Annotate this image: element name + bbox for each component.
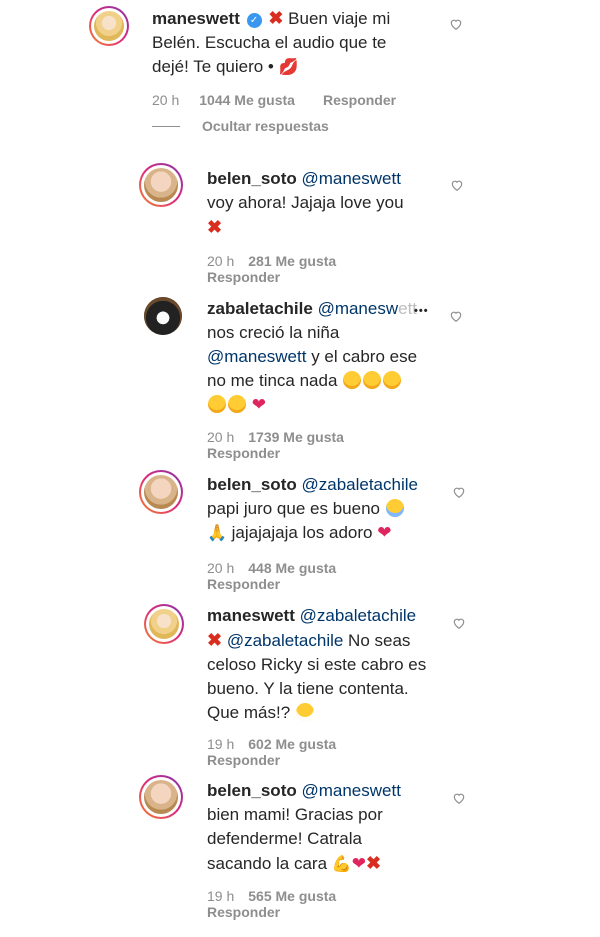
mention-link[interactable]: @maneswett (318, 299, 417, 318)
likes-count[interactable]: 448 Me gusta (248, 560, 336, 576)
rolling-laughing-emoji (343, 371, 362, 389)
mention-link[interactable]: @maneswett (301, 169, 400, 188)
red-x-emoji: ✖ (365, 853, 382, 873)
rolling-laughing-emoji (363, 371, 382, 389)
comment-text: no me tinca nada (207, 371, 338, 390)
comment-meta: 19 h 602 Me gusta Responder (207, 736, 336, 768)
comment-text: y el cabro ese (306, 347, 418, 366)
mention-link[interactable]: @zabaletachile (301, 475, 418, 494)
folded-hands-emoji: 🙏 (207, 525, 227, 542)
rolling-laughing-emoji (228, 395, 246, 413)
comment-meta: 20 h 1739 Me gusta Responder (207, 429, 344, 461)
comment-text: nos creció la niña (207, 323, 340, 342)
likes-count[interactable]: 565 Me gusta (248, 888, 336, 904)
red-x-emoji: ✖ (207, 217, 223, 237)
timestamp: 20 h (207, 253, 235, 269)
heart-outline-icon[interactable] (452, 485, 466, 499)
heart-outline-icon[interactable] (449, 309, 463, 323)
rolling-laughing-emoji (208, 395, 226, 413)
comment-text: sacando la cara (207, 854, 328, 873)
comment-meta: 19 h 565 Me gusta Responder (207, 888, 336, 920)
reply-button[interactable]: Responder (207, 904, 280, 920)
mention-link[interactable]: @maneswett (301, 781, 400, 800)
heart-outline-icon[interactable] (449, 17, 463, 31)
heart-outline-icon[interactable] (452, 616, 466, 630)
heart-outline-icon[interactable] (450, 178, 464, 192)
reply-button[interactable]: Responder (207, 269, 280, 285)
comment-meta: 20 h 281 Me gusta Responder (207, 253, 336, 285)
loudly-crying-emoji (385, 499, 404, 517)
username[interactable]: belen_soto (207, 781, 297, 800)
comment-text: celoso Ricky si este cabro es (207, 655, 427, 674)
comment-meta: 20 h 448 Me gusta Responder (207, 560, 336, 592)
likes-count[interactable]: 281 Me gusta (248, 253, 336, 269)
comment-meta: 20 h 1044 Me gusta Responder (152, 92, 396, 108)
comment-body: belen_soto @maneswett bien mami! Gracias… (207, 779, 447, 877)
avatar[interactable] (89, 6, 129, 46)
comment-text: Belén. Escucha el audio que te (152, 33, 387, 52)
rolling-laughing-emoji (383, 371, 402, 389)
likes-count[interactable]: 1739 Me gusta (248, 429, 344, 445)
verified-badge-icon: ✓ (246, 13, 262, 28)
reply-button[interactable]: Responder (207, 445, 280, 461)
username[interactable]: belen_soto (207, 169, 297, 188)
comment-text: defenderme! Catrala (207, 829, 362, 848)
hide-replies-label: Ocultar respuestas (202, 118, 329, 134)
timestamp: 19 h (207, 888, 235, 904)
red-heart-emoji: ❤ (351, 854, 366, 873)
username[interactable]: zabaletachile (207, 299, 313, 318)
divider (152, 126, 180, 127)
avatar[interactable] (139, 775, 183, 819)
comment-text: Buen viaje mi (288, 9, 391, 28)
comment-text: bien mami! Gracias por (207, 805, 383, 824)
comment-text: dejé! Te quiero • (152, 57, 274, 76)
likes-count[interactable]: 602 Me gusta (248, 736, 336, 752)
likes-count[interactable]: 1044 Me gusta (199, 92, 295, 108)
comment-text: papi juro que es bueno (207, 499, 380, 518)
mention-link[interactable]: @zabaletachile (227, 631, 344, 650)
timestamp: 20 h (152, 92, 180, 108)
red-x-emoji: ✖ (268, 8, 284, 28)
avatar[interactable] (144, 604, 184, 644)
reply-button[interactable]: Responder (207, 752, 280, 768)
mention-link[interactable]: @maneswett (207, 347, 306, 366)
mention-link[interactable]: @zabaletachile (300, 606, 417, 625)
reply-button[interactable]: Responder (207, 576, 280, 592)
hide-replies-button[interactable]: Ocultar respuestas (152, 118, 329, 134)
comment-body: belen_soto @maneswett voy ahora! Jajaja … (207, 167, 437, 240)
timestamp: 20 h (207, 560, 235, 576)
username[interactable]: maneswett (207, 606, 295, 625)
avatar[interactable] (139, 163, 183, 207)
timestamp: 20 h (207, 429, 235, 445)
red-x-emoji: ✖ (207, 630, 223, 650)
comment-text: No seas (343, 631, 411, 650)
lips-emoji: 💋 (278, 59, 299, 76)
grimacing-emoji (295, 703, 314, 721)
comment-body: zabaletachile @maneswett nos creció la n… (207, 297, 437, 417)
comment-body: belen_soto @zabaletachile papi juro que … (207, 473, 447, 546)
username[interactable]: maneswett (152, 9, 240, 28)
comment-text: Que más!? (207, 703, 291, 722)
comment-body: maneswett ✓ ✖ Buen viaje mi Belén. Escuc… (152, 6, 442, 80)
heart-outline-icon[interactable] (452, 791, 466, 805)
comment-text: voy ahora! Jajaja love you (207, 193, 404, 212)
comment-text: jajajajaja los adoro (231, 523, 373, 542)
username[interactable]: belen_soto (207, 475, 297, 494)
comment-text: bueno. Y la tiene contenta. (207, 679, 409, 698)
red-heart-emoji: ❤ (377, 523, 392, 542)
timestamp: 19 h (207, 736, 235, 752)
more-options-icon[interactable]: ••• (414, 305, 429, 317)
reply-button[interactable]: Responder (323, 92, 396, 108)
avatar[interactable] (144, 297, 182, 335)
comment-body: maneswett @zabaletachile ✖ @zabaletachil… (207, 604, 447, 725)
avatar[interactable] (139, 470, 183, 514)
flexed-biceps-emoji: 💪 (331, 856, 352, 873)
red-heart-emoji: ❤ (251, 395, 266, 414)
